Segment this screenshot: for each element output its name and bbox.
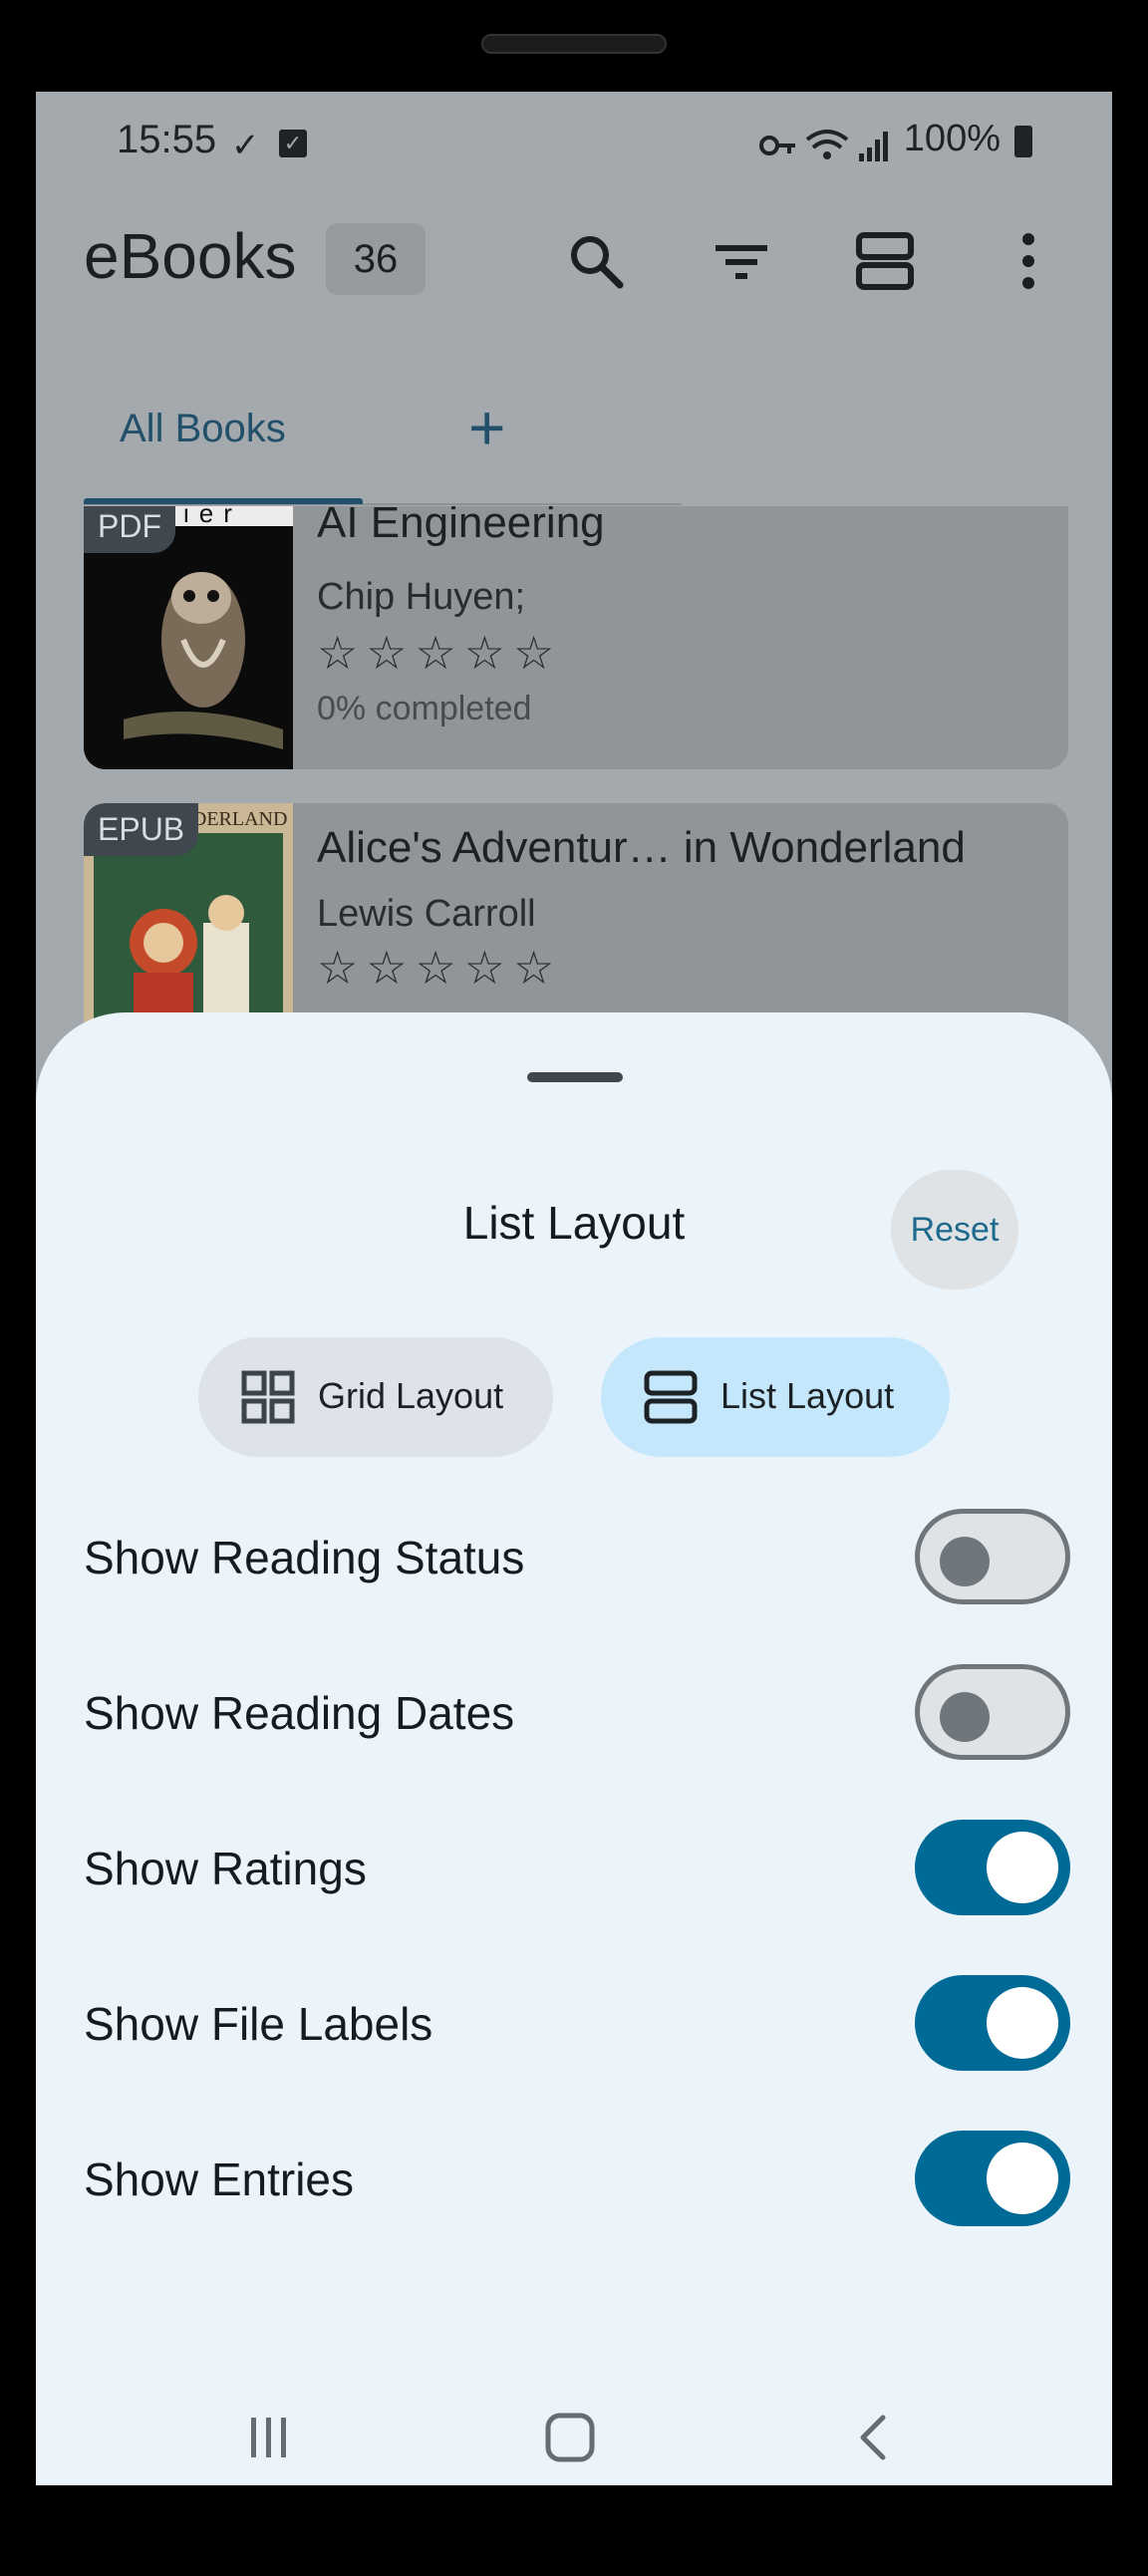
list-layout-label: List Layout: [720, 1375, 895, 1416]
grid-layout-label: Grid Layout: [318, 1375, 504, 1416]
rating-stars: ☆☆☆☆☆: [317, 627, 563, 679]
toggle-switch[interactable]: [915, 2131, 1070, 2226]
option-label: Show Ratings: [84, 1843, 367, 1894]
status-time: 15:55: [117, 118, 217, 161]
option-label: Show Reading Dates: [84, 1687, 515, 1739]
app-bar: eBooks 36: [36, 201, 1112, 321]
book-card[interactable]: ier PDF AI Engineering Chip Huyen; ☆☆☆☆☆…: [84, 498, 1068, 769]
list-layout-button[interactable]: List Layout: [601, 1337, 950, 1457]
option-label: Show Reading Status: [84, 1532, 525, 1583]
speaker-grille: [481, 34, 667, 54]
book-author: Lewis Carroll: [317, 893, 536, 935]
book-cover: ier PDF: [84, 506, 293, 769]
file-type-badge: EPUB: [84, 803, 199, 856]
option-row-reading-dates: Show Reading Dates: [84, 1650, 1070, 1770]
toggle-switch[interactable]: [915, 1509, 1070, 1604]
drag-handle[interactable]: [527, 1072, 623, 1082]
option-label: Show File Labels: [84, 1998, 433, 2050]
option-label: Show Entries: [84, 2153, 355, 2205]
toggle-switch[interactable]: [915, 1975, 1070, 2071]
option-row-entries: Show Entries: [84, 2117, 1070, 2236]
rating-stars: ☆☆☆☆☆: [317, 942, 563, 994]
list-layout-icon[interactable]: [853, 229, 917, 293]
recents-icon[interactable]: [239, 2408, 299, 2467]
home-icon[interactable]: [540, 2408, 600, 2467]
book-title: AI Engineering: [317, 498, 605, 547]
add-tab-button[interactable]: +: [468, 391, 505, 464]
tab-indicator: [84, 498, 363, 504]
reset-button[interactable]: Reset: [891, 1170, 1018, 1289]
system-nav-bar: [36, 2384, 1112, 2483]
grid-layout-icon: [241, 1370, 295, 1424]
book-count-badge: 36: [326, 223, 426, 295]
option-row-reading-status: Show Reading Status: [84, 1495, 1070, 1614]
page-title: eBooks: [84, 220, 297, 292]
status-bar: 15:55 ✓ ✓ 100%: [36, 92, 1112, 199]
battery-percent: 100%: [903, 118, 1001, 159]
option-row-ratings: Show Ratings: [84, 1806, 1070, 1925]
back-icon[interactable]: [845, 2408, 905, 2467]
toggle-switch[interactable]: [915, 1820, 1070, 1915]
progress-text: 0% completed: [317, 690, 532, 727]
phone-frame: 15:55 ✓ ✓ 100% eBooks 36 All Books + ier…: [0, 0, 1148, 2576]
filter-icon[interactable]: [710, 229, 773, 293]
search-icon[interactable]: [564, 229, 628, 293]
layout-bottom-sheet: List Layout Reset Grid Layout List Layou…: [36, 1012, 1112, 2485]
book-author: Chip Huyen;: [317, 576, 526, 618]
checkbox-icon: ✓: [279, 130, 307, 157]
toggle-switch[interactable]: [915, 1664, 1070, 1760]
checkmark-icon: ✓: [231, 127, 260, 164]
grid-layout-button[interactable]: Grid Layout: [198, 1337, 553, 1457]
book-title: Alice's Adventur… in Wonderland: [317, 823, 966, 872]
battery-icon: [1014, 126, 1032, 157]
option-row-file-labels: Show File Labels: [84, 1961, 1070, 2081]
more-vert-icon[interactable]: [997, 229, 1060, 293]
list-layout-icon: [644, 1370, 698, 1424]
screen: 15:55 ✓ ✓ 100% eBooks 36 All Books + ier…: [36, 92, 1112, 2485]
file-type-badge: PDF: [84, 506, 175, 553]
tab-all-books[interactable]: All Books: [120, 407, 286, 451]
key-wifi-signal-icon: [759, 130, 888, 161]
